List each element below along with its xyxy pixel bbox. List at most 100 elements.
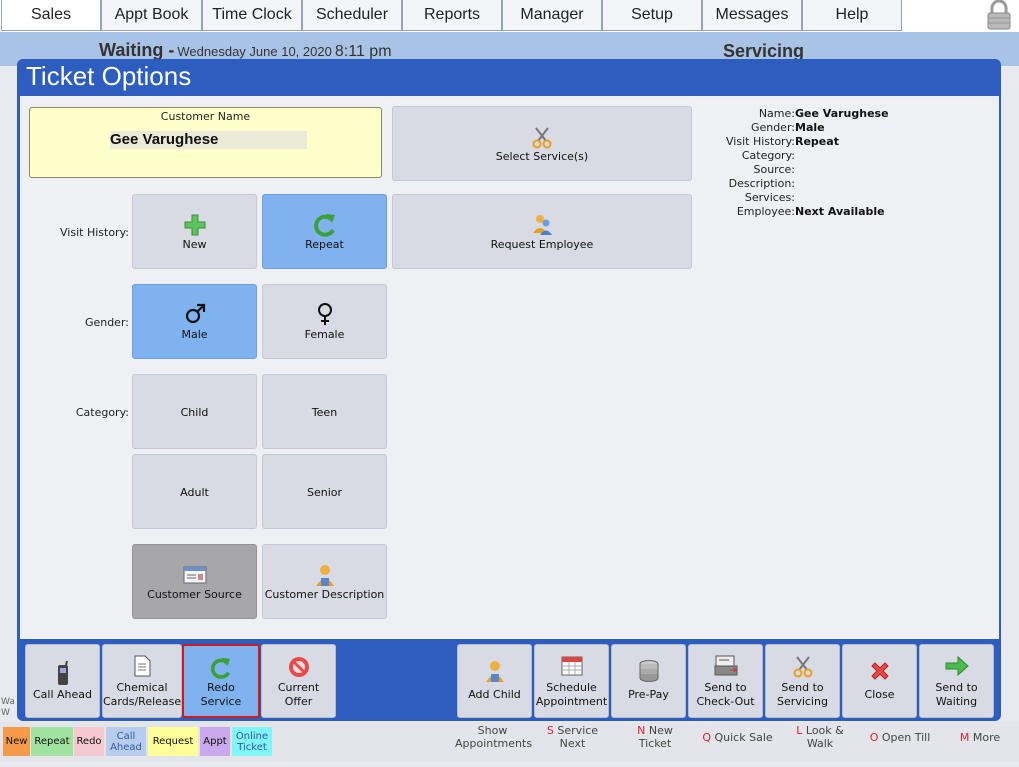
tab-reports[interactable]: Reports xyxy=(402,0,502,31)
no-entry-icon xyxy=(288,657,309,677)
chemical-cards-button[interactable]: Chemical Cards/Release xyxy=(102,644,182,718)
schedule-appointment-label: Schedule Appointment xyxy=(535,681,608,708)
show-appointments-button[interactable]: Show Appointments xyxy=(455,724,532,760)
category-senior-button[interactable]: Senior xyxy=(262,454,387,529)
customer-source-button[interactable]: Customer Source xyxy=(132,544,257,619)
scissors-icon xyxy=(532,127,552,149)
gender-male-label: Male xyxy=(181,328,208,341)
employee-icon xyxy=(533,215,552,235)
current-offer-button[interactable]: Current Offer xyxy=(261,644,336,718)
coins-icon xyxy=(639,660,658,682)
customer-name-value: Gee Varughese xyxy=(110,131,307,149)
redo-service-button[interactable]: Redo Service xyxy=(182,644,260,718)
redo-service-label: Redo Service xyxy=(200,681,242,708)
schedule-appointment-button[interactable]: Schedule Appointment xyxy=(534,644,609,718)
id-card-icon xyxy=(183,566,206,584)
register-icon xyxy=(714,655,737,676)
close-label: Close xyxy=(864,688,895,701)
tab-setup[interactable]: Setup xyxy=(602,0,702,31)
tab-messages[interactable]: Messages xyxy=(702,0,802,31)
category-adult-button[interactable]: Adult xyxy=(132,454,257,529)
category-label: Category: xyxy=(75,406,129,419)
service-next-button[interactable]: S Service Next xyxy=(540,724,605,760)
clipped-label: Wa W xyxy=(1,697,15,718)
document-icon xyxy=(134,655,151,677)
summary-source-key: Source: xyxy=(753,163,796,176)
send-to-checkout-button[interactable]: Send to Check-Out xyxy=(688,644,763,718)
visit-history-label: Visit History: xyxy=(60,226,129,239)
phone-icon xyxy=(57,661,68,685)
pre-pay-button[interactable]: Pre-Pay xyxy=(611,644,686,718)
select-services-label: Select Service(s) xyxy=(495,150,589,163)
gender-female-button[interactable]: Female xyxy=(262,284,387,359)
customer-name-box[interactable]: Customer Name Gee Varughese xyxy=(29,107,382,178)
category-teen-button[interactable]: Teen xyxy=(262,374,387,449)
select-services-button[interactable]: Select Service(s) xyxy=(392,106,692,181)
legend-request: Request xyxy=(148,727,198,756)
send-to-waiting-label: Send to Waiting xyxy=(935,681,978,708)
send-to-servicing-button[interactable]: Send to Servicing xyxy=(765,644,840,718)
summary-description-key: Description: xyxy=(728,177,795,190)
plus-icon xyxy=(184,214,205,236)
lock-icon[interactable] xyxy=(985,0,1013,30)
scissors-icon xyxy=(793,656,812,678)
gender-male-button[interactable]: Male xyxy=(132,284,257,359)
pre-pay-label: Pre-Pay xyxy=(628,688,669,701)
gender-female-label: Female xyxy=(304,328,345,341)
new-ticket-button[interactable]: N New Ticket xyxy=(620,724,690,760)
visit-new-button[interactable]: New xyxy=(132,194,257,269)
customer-source-label: Customer Source xyxy=(147,588,242,601)
male-symbol-icon xyxy=(185,303,205,324)
tab-sales[interactable]: Sales xyxy=(1,0,101,31)
legend-online-ticket: Online Ticket xyxy=(232,727,272,756)
send-to-checkout-label: Send to Check-Out xyxy=(696,681,755,708)
current-offer-label: Current Offer xyxy=(277,681,320,708)
current-date: Wednesday June 10, 2020 xyxy=(177,44,332,59)
summary-employee-value: Next Available xyxy=(795,205,885,218)
legend-appt: Appt xyxy=(200,727,230,756)
request-employee-button[interactable]: Request Employee xyxy=(392,194,692,269)
top-nav: Sales Appt Book Time Clock Scheduler Rep… xyxy=(0,0,1019,32)
tab-manager[interactable]: Manager xyxy=(502,0,602,31)
waiting-label: Waiting - xyxy=(99,40,175,60)
add-child-label: Add Child xyxy=(468,688,521,701)
summary-name-value: Gee Varughese xyxy=(795,107,889,120)
category-child-label: Child xyxy=(180,406,209,419)
add-child-button[interactable]: Add Child xyxy=(457,644,532,718)
legend-call-ahead: Call Ahead xyxy=(106,727,146,756)
tab-time-clock[interactable]: Time Clock xyxy=(202,0,302,31)
visit-repeat-label: Repeat xyxy=(305,238,344,251)
customer-description-label: Customer Description xyxy=(264,588,385,601)
customer-description-button[interactable]: Customer Description xyxy=(262,544,387,619)
person-icon xyxy=(315,565,334,586)
tab-scheduler[interactable]: Scheduler xyxy=(302,0,402,31)
visit-repeat-button[interactable]: Repeat xyxy=(262,194,387,269)
close-icon xyxy=(870,662,889,680)
look-walk-button[interactable]: L Look & Walk xyxy=(785,724,855,760)
call-ahead-label: Call Ahead xyxy=(32,688,93,701)
legend-new: New xyxy=(3,727,30,756)
call-ahead-button[interactable]: Call Ahead xyxy=(25,644,100,718)
summary-gender-value: Male xyxy=(795,121,825,134)
category-child-button[interactable]: Child xyxy=(132,374,257,449)
close-button[interactable]: Close xyxy=(842,644,917,718)
tab-appt-book[interactable]: Appt Book xyxy=(101,0,202,31)
summary-gender-key: Gender: xyxy=(750,121,795,134)
female-symbol-icon xyxy=(317,303,332,325)
dialog-title: Ticket Options xyxy=(26,61,192,91)
summary-services-key: Services: xyxy=(744,191,795,204)
current-time: 8:11 pm xyxy=(334,43,392,60)
category-adult-label: Adult xyxy=(180,486,209,499)
summary-visit-key: Visit History: xyxy=(726,135,795,148)
send-to-waiting-button[interactable]: Send to Waiting xyxy=(919,644,994,718)
category-senior-label: Senior xyxy=(306,486,343,499)
waiting-header: Waiting - Wednesday June 10, 2020 8:11 p… xyxy=(99,40,392,61)
send-to-servicing-label: Send to Servicing xyxy=(777,681,828,708)
repeat-arrow-icon xyxy=(313,214,335,237)
gender-label: Gender: xyxy=(84,316,129,329)
request-employee-label: Request Employee xyxy=(490,238,594,251)
summary-employee-key: Employee: xyxy=(736,205,795,218)
tab-help[interactable]: Help xyxy=(802,0,902,31)
legend-redo: Redo xyxy=(74,727,104,756)
chemical-cards-label: Chemical Cards/Release xyxy=(103,681,182,708)
